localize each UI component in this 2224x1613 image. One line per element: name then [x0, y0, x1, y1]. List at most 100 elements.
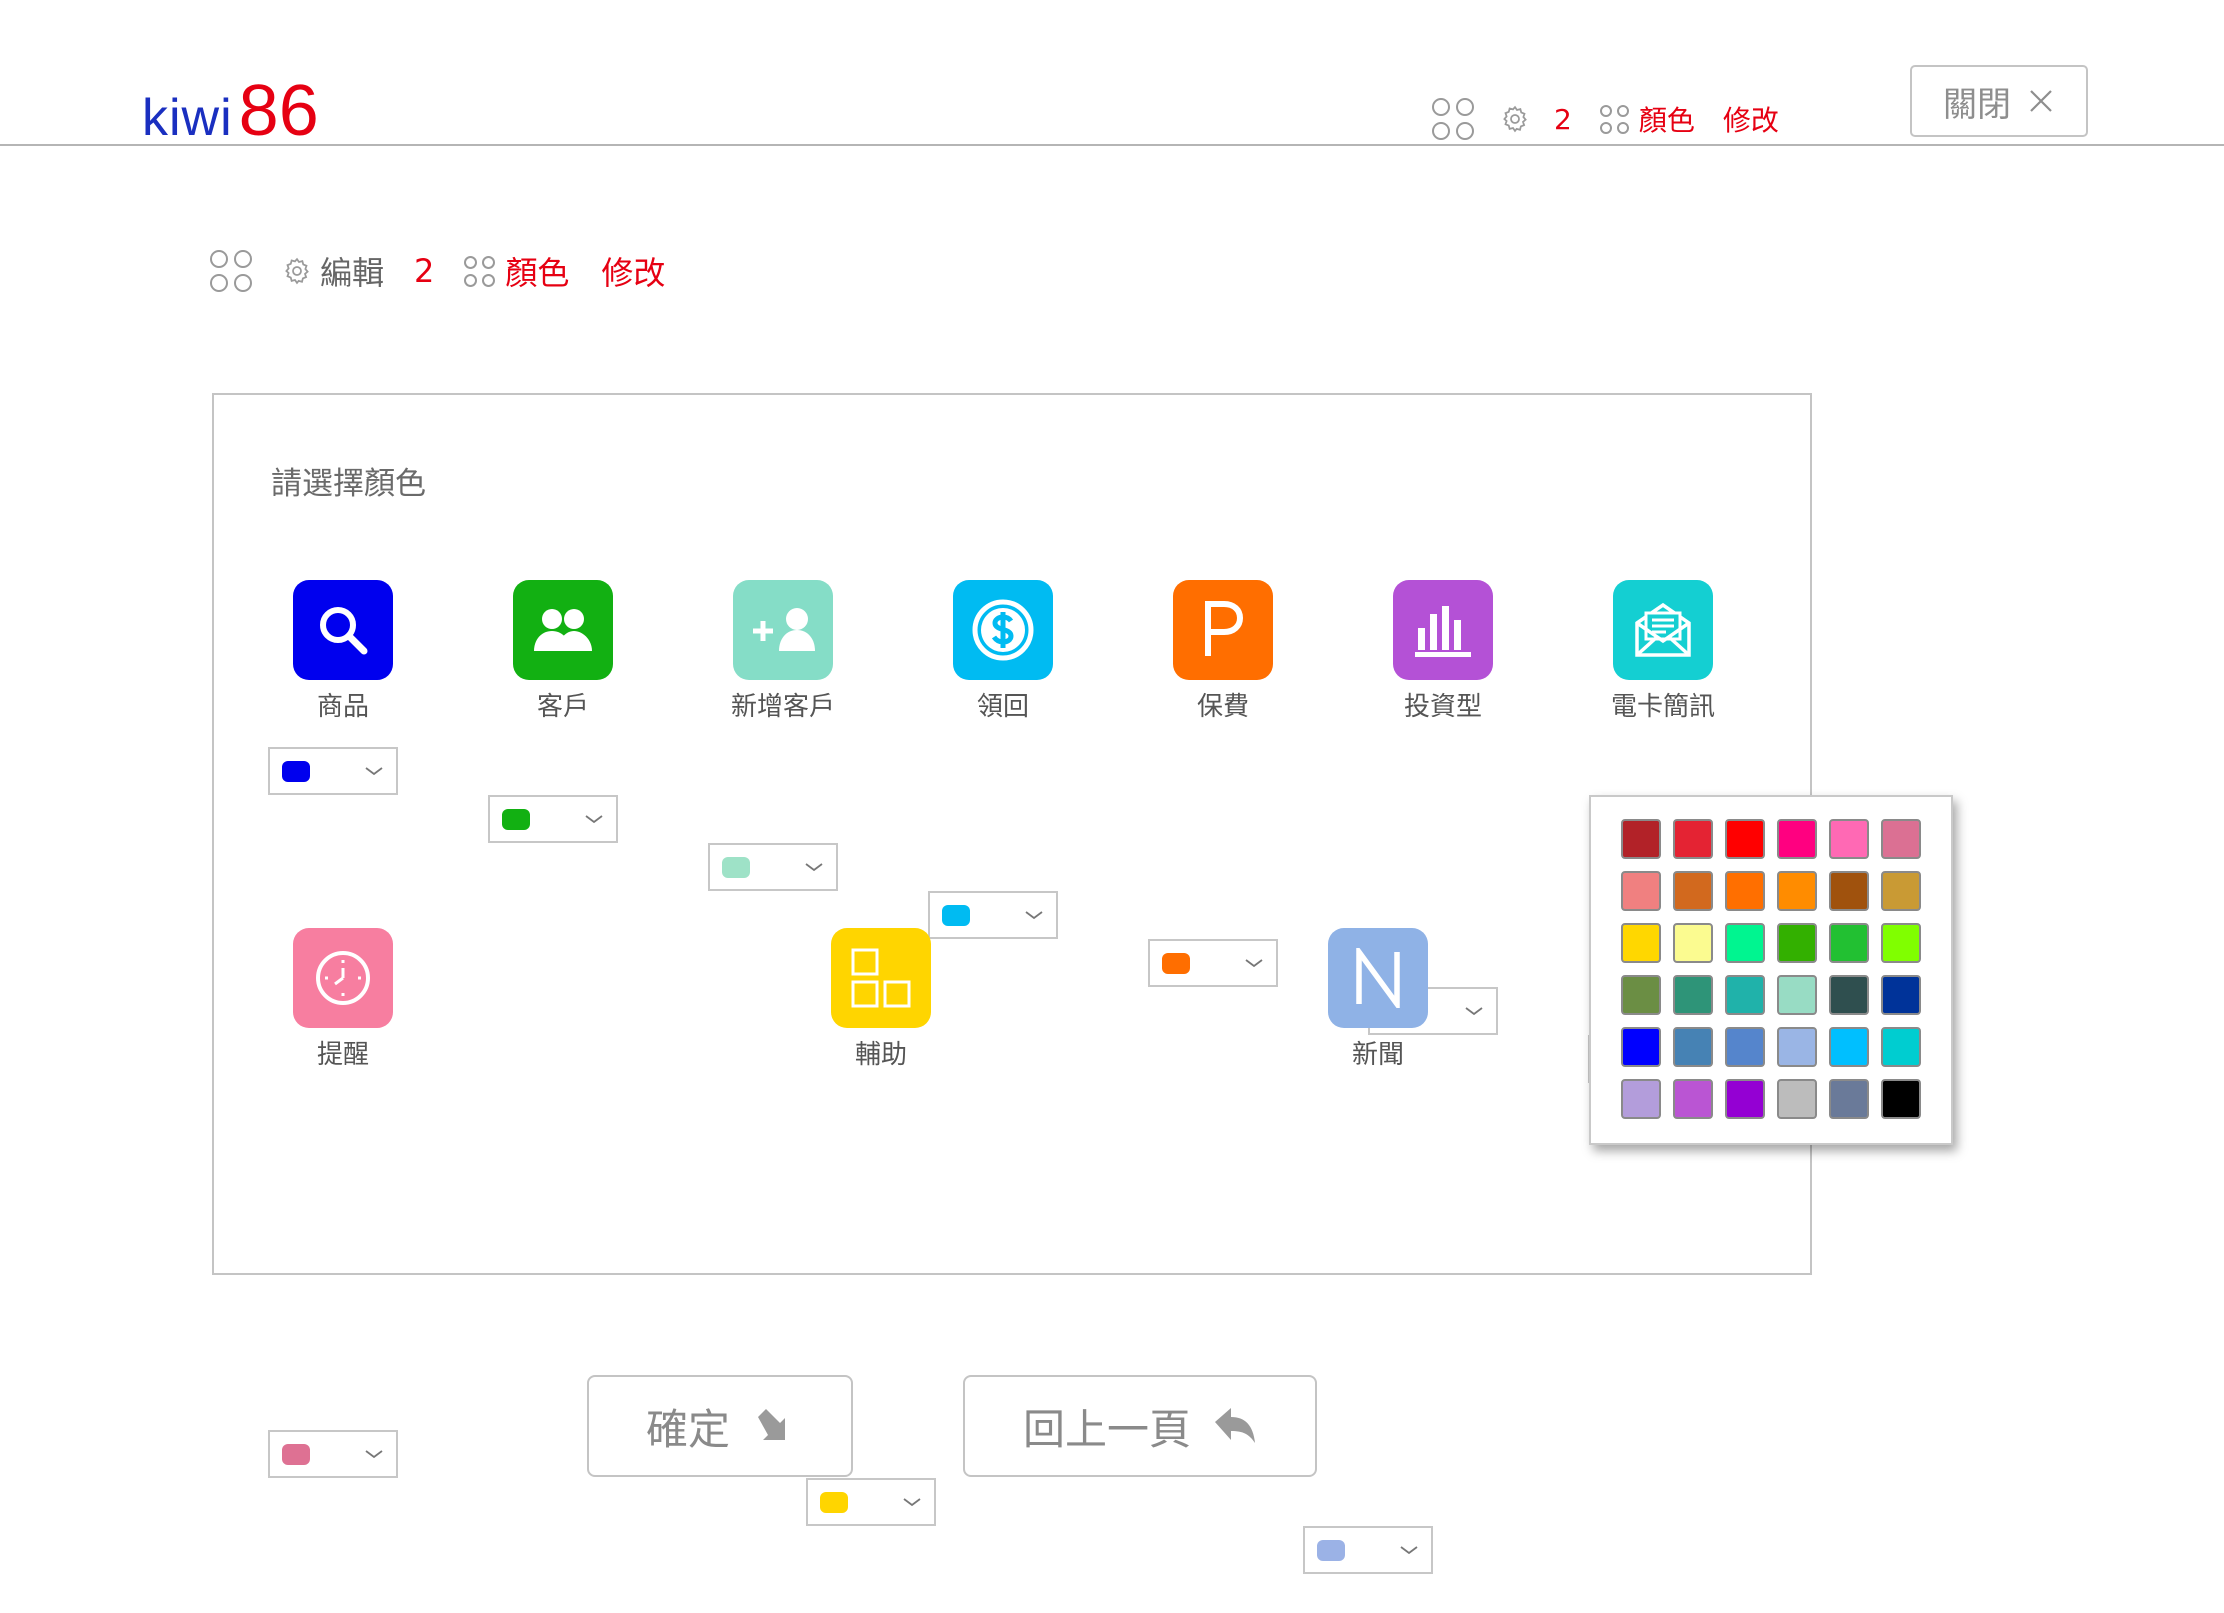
clock-icon: [316, 951, 370, 1005]
palette-color-cell[interactable]: [1777, 1027, 1817, 1067]
color-select-premium[interactable]: [1148, 939, 1278, 987]
palette-color-cell[interactable]: [1881, 1027, 1921, 1067]
item-product: 商品: [253, 580, 433, 723]
item-label: 保費: [1196, 692, 1249, 722]
palette-color-cell[interactable]: [1621, 923, 1661, 963]
close-icon: [2030, 90, 2052, 112]
palette-color-cell[interactable]: [1725, 975, 1765, 1015]
palette-color-cell[interactable]: [1829, 871, 1869, 911]
palette-color-cell[interactable]: [1881, 819, 1921, 859]
color-swatch: [282, 1444, 310, 1465]
color-palette-grid: [1621, 819, 1921, 1119]
palette-color-cell[interactable]: [1725, 819, 1765, 859]
breadcrumb-count[interactable]: 2: [1554, 103, 1572, 136]
palette-color-cell[interactable]: [1777, 819, 1817, 859]
color-swatch: [1162, 953, 1190, 974]
palette-color-cell[interactable]: [1621, 871, 1661, 911]
breadcrumb-section[interactable]: 顏色: [1639, 99, 1695, 139]
color-grid-icon: [1599, 104, 1629, 134]
gear-icon[interactable]: [1500, 104, 1530, 134]
color-select-add-customer[interactable]: [708, 843, 838, 891]
palette-color-cell[interactable]: [1829, 975, 1869, 1015]
close-label: 關閉: [1943, 84, 2011, 125]
palette-color-cell[interactable]: [1777, 975, 1817, 1015]
apps-grid-icon[interactable]: [210, 250, 252, 292]
palette-color-cell[interactable]: [1777, 871, 1817, 911]
confirm-label: 確定: [645, 1404, 730, 1454]
confirm-button[interactable]: 確定: [587, 1375, 853, 1477]
palette-color-cell[interactable]: [1673, 1027, 1713, 1067]
dollar-icon: [972, 599, 1034, 661]
assist-tile: [831, 928, 931, 1028]
breadcrumb-edit[interactable]: 編輯: [320, 248, 384, 294]
palette-color-cell[interactable]: [1881, 871, 1921, 911]
palette-color-cell[interactable]: [1673, 975, 1713, 1015]
palette-color-cell[interactable]: [1881, 1079, 1921, 1119]
chevron-down-icon: [1400, 1546, 1418, 1555]
palette-color-cell[interactable]: [1777, 1079, 1817, 1119]
breadcrumb-count[interactable]: 2: [414, 252, 434, 290]
apps-grid-icon[interactable]: [1432, 98, 1474, 140]
color-palette-popup: [1589, 795, 1953, 1145]
logo-number: 86: [238, 71, 319, 151]
premium-tile: [1173, 580, 1273, 680]
item-ecard-sms: 電卡簡訊: [1573, 580, 1753, 723]
logo-text: kiwi: [142, 89, 233, 147]
color-swatch: [820, 1492, 848, 1513]
breadcrumb-action[interactable]: 修改: [601, 248, 665, 294]
item-label: 投資型: [1403, 692, 1482, 722]
palette-color-cell[interactable]: [1881, 923, 1921, 963]
chevron-down-icon: [903, 1498, 921, 1507]
palette-color-cell[interactable]: [1621, 819, 1661, 859]
color-swatch: [1317, 1540, 1345, 1561]
palette-color-cell[interactable]: [1725, 1027, 1765, 1067]
palette-color-cell[interactable]: [1621, 1027, 1661, 1067]
chevron-down-icon: [365, 1450, 383, 1459]
item-reminder: 提醒: [253, 928, 433, 1071]
palette-color-cell[interactable]: [1829, 1079, 1869, 1119]
back-button[interactable]: 回上一頁: [963, 1375, 1317, 1477]
chevron-down-icon: [585, 815, 603, 824]
news-tile: [1328, 928, 1428, 1028]
breadcrumb-section[interactable]: 顏色: [505, 248, 569, 294]
header-divider: [0, 144, 2224, 146]
add-customer-tile: [733, 580, 833, 680]
add-customer-icon: [753, 608, 815, 651]
palette-color-cell[interactable]: [1673, 819, 1713, 859]
palette-color-cell[interactable]: [1673, 923, 1713, 963]
color-select-reminder[interactable]: [268, 1430, 398, 1478]
item-label: 提醒: [316, 1040, 369, 1070]
item-label: 客戶: [536, 692, 589, 722]
palette-color-cell[interactable]: [1725, 923, 1765, 963]
color-select-assist[interactable]: [806, 1478, 936, 1526]
reply-arrow-icon: [1215, 1408, 1255, 1443]
palette-color-cell[interactable]: [1777, 923, 1817, 963]
breadcrumb-action[interactable]: 修改: [1723, 99, 1779, 139]
chevron-down-icon: [805, 863, 823, 872]
palette-color-cell[interactable]: [1621, 975, 1661, 1015]
header-breadcrumb: 2 顏色 修改: [1432, 98, 1779, 140]
item-label: 新增客戶: [730, 692, 835, 722]
item-label: 商品: [316, 692, 369, 722]
ecard-tile: [1613, 580, 1713, 680]
palette-color-cell[interactable]: [1673, 1079, 1713, 1119]
palette-color-cell[interactable]: [1725, 871, 1765, 911]
palette-color-cell[interactable]: [1725, 1079, 1765, 1119]
color-select-customer[interactable]: [488, 795, 618, 843]
close-button[interactable]: 關閉: [1910, 65, 2088, 137]
palette-color-cell[interactable]: [1829, 1027, 1869, 1067]
reminder-tile: [293, 928, 393, 1028]
panel-title: 請選擇顏色: [271, 466, 426, 502]
palette-color-cell[interactable]: [1621, 1079, 1661, 1119]
palette-color-cell[interactable]: [1881, 975, 1921, 1015]
color-grid-icon: [464, 255, 496, 287]
palette-color-cell[interactable]: [1829, 923, 1869, 963]
palette-color-cell[interactable]: [1673, 871, 1713, 911]
palette-color-cell[interactable]: [1829, 819, 1869, 859]
color-select-news[interactable]: [1303, 1526, 1433, 1574]
investment-tile: [1393, 580, 1493, 680]
customer-tile: [513, 580, 613, 680]
color-select-product[interactable]: [268, 747, 398, 795]
color-panel: [212, 393, 1812, 1275]
item-add-customer: 新增客戶: [693, 580, 873, 723]
